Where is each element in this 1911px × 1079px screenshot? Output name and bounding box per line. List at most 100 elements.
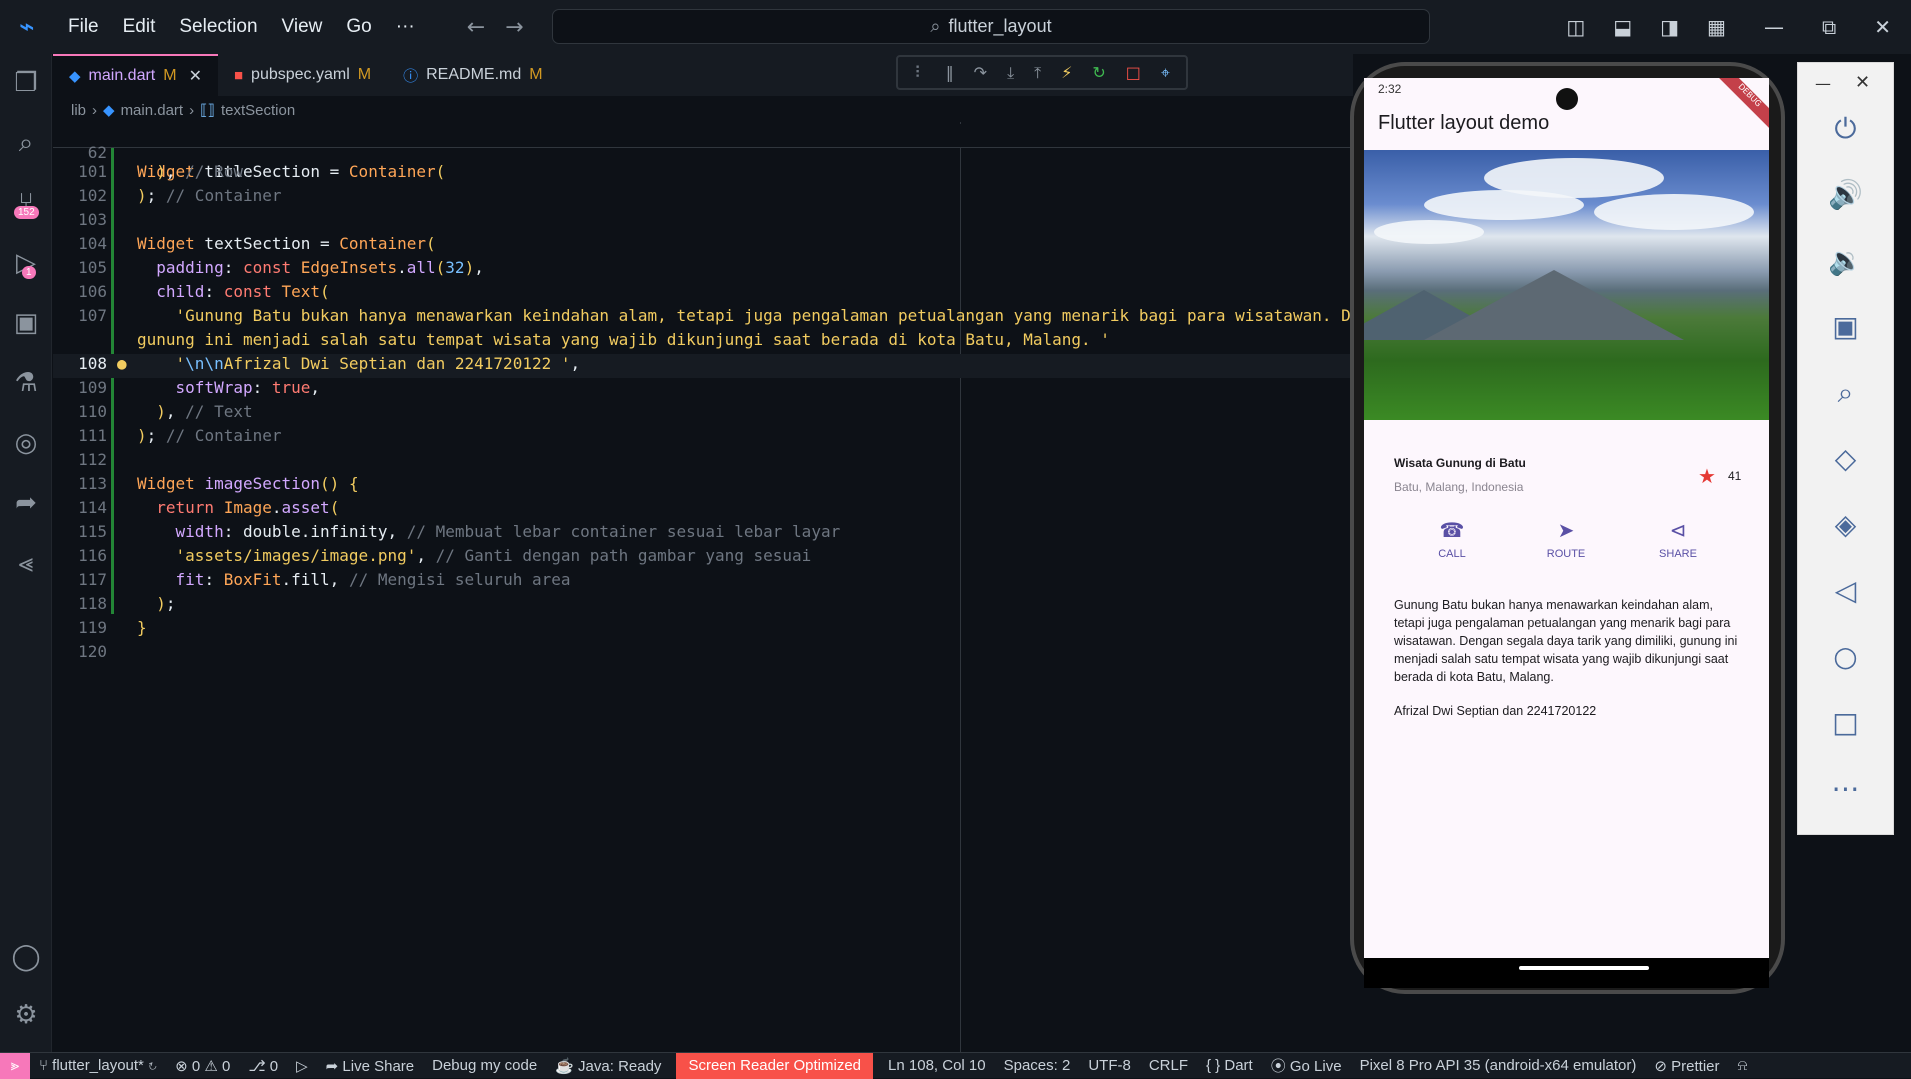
cursor-position[interactable]: Ln 108, Col 10: [888, 1057, 986, 1074]
menu-edit[interactable]: Edit: [111, 16, 168, 38]
home-indicator[interactable]: [1519, 966, 1649, 970]
step-out-icon[interactable]: ⤒: [1034, 63, 1041, 83]
code-line[interactable]: 102); // Container: [53, 186, 1353, 210]
close-tab-icon[interactable]: ✕: [189, 66, 202, 86]
git-branch[interactable]: ⑂ flutter_layout* ↻: [39, 1057, 157, 1074]
pause-icon[interactable]: ‖: [946, 63, 954, 82]
debug-launch-icon[interactable]: ▷: [296, 1057, 308, 1075]
code-line[interactable]: 118 );: [53, 594, 1353, 618]
call-button[interactable]: ☎ CALL: [1412, 518, 1492, 560]
rotate-left-icon[interactable]: ◇: [1797, 442, 1894, 475]
forward-arrow-icon[interactable]: →: [505, 15, 523, 40]
code-line[interactable]: 113 Widget imageSection() {: [53, 474, 1353, 498]
search-icon[interactable]: ⌕: [0, 128, 52, 159]
customize-layout-icon[interactable]: ▦: [1707, 15, 1726, 39]
command-center-search[interactable]: ⌕ flutter_layout: [552, 9, 1430, 44]
live-share-icon[interactable]: ➦: [0, 488, 52, 518]
toggle-secondary-sidebar-icon[interactable]: ◨: [1660, 15, 1679, 39]
code-line[interactable]: 111); // Container: [53, 426, 1353, 450]
code-line[interactable]: 103: [53, 210, 1353, 234]
breadcrumb-symbol[interactable]: textSection: [221, 102, 295, 119]
screen-reader-status[interactable]: Screen Reader Optimized: [676, 1052, 874, 1079]
home-icon[interactable]: ○: [1797, 640, 1894, 673]
ports-indicator[interactable]: ⎇ 0: [248, 1057, 278, 1075]
code-line[interactable]: 107 'Gunung Batu bukan hanya menawarkan …: [53, 306, 1353, 330]
volume-up-icon[interactable]: 🔊: [1797, 178, 1894, 211]
prettier-status[interactable]: ⊘ Prettier: [1654, 1057, 1719, 1075]
settings-gear-icon[interactable]: ⚙: [0, 1000, 52, 1030]
encoding[interactable]: UTF-8: [1088, 1057, 1131, 1074]
breadcrumb-file[interactable]: main.dart: [121, 102, 184, 119]
remote-explorer-icon[interactable]: ◎: [0, 428, 52, 458]
live-share-status[interactable]: ➦ Live Share: [326, 1057, 414, 1075]
java-status[interactable]: ☕ Java: Ready: [555, 1057, 661, 1075]
camera-icon[interactable]: ▣: [1797, 310, 1894, 343]
back-icon[interactable]: ◁: [1797, 574, 1894, 607]
code-line[interactable]: 115 width: double.infinity, // Membuat l…: [53, 522, 1353, 546]
accounts-icon[interactable]: ◯: [0, 942, 52, 972]
notifications-bell-icon[interactable]: ⍾: [1738, 1057, 1748, 1074]
code-line-wrapped[interactable]: gunung ini menjadi salah satu tempat wis…: [53, 330, 1353, 354]
flutter-icon[interactable]: ⪡: [0, 548, 52, 579]
stop-icon[interactable]: □: [1126, 63, 1141, 82]
language-mode[interactable]: { } Dart: [1206, 1057, 1253, 1074]
code-line[interactable]: 114 return Image.asset(: [53, 498, 1353, 522]
menu-view[interactable]: View: [270, 16, 335, 38]
go-live[interactable]: ⦿ Go Live: [1271, 1055, 1342, 1076]
problems-indicator[interactable]: ⊗ 0 ⚠ 0: [175, 1057, 230, 1075]
rotate-right-icon[interactable]: ◈: [1797, 508, 1894, 541]
code-line[interactable]: 110 ), // Text: [53, 402, 1353, 426]
code-line[interactable]: 112: [53, 450, 1353, 474]
tab-readme[interactable]: ⓘ README.md M: [387, 54, 558, 96]
code-editor[interactable]: 62 Widget titleSection = Container( 101 …: [53, 122, 1353, 1052]
line-ending[interactable]: CRLF: [1149, 1057, 1188, 1074]
restore-icon[interactable]: ⧉: [1822, 15, 1836, 39]
testing-icon[interactable]: ⚗: [0, 368, 52, 398]
more-icon[interactable]: ⋯: [1797, 772, 1894, 805]
code-line[interactable]: 109 softWrap: true,: [53, 378, 1353, 402]
phone-screen[interactable]: 2:32 DEBUG Flutter layout demo Wisata Gu…: [1364, 78, 1769, 958]
extensions-icon[interactable]: ▣: [0, 308, 52, 338]
sticky-scroll-line[interactable]: 62 Widget titleSection = Container(: [53, 124, 1353, 181]
step-over-icon[interactable]: ↷: [974, 63, 987, 82]
drag-handle-icon[interactable]: ⠇: [914, 63, 926, 82]
devtools-icon[interactable]: ⌖: [1161, 63, 1170, 83]
menu-file[interactable]: File: [56, 16, 111, 38]
overview-icon[interactable]: □: [1797, 706, 1894, 739]
restart-icon[interactable]: ↻: [1092, 63, 1105, 82]
step-into-icon[interactable]: ⤓: [1007, 63, 1014, 83]
remote-icon[interactable]: ⪢: [0, 1052, 30, 1079]
hot-reload-icon[interactable]: ⚡: [1061, 63, 1072, 82]
tab-pubspec[interactable]: ■ pubspec.yaml M: [218, 54, 387, 96]
power-icon[interactable]: ⏻: [1797, 112, 1894, 146]
back-arrow-icon[interactable]: ←: [467, 15, 485, 40]
volume-down-icon[interactable]: 🔉: [1797, 244, 1894, 277]
toggle-panel-icon[interactable]: ⬓: [1613, 15, 1632, 39]
menu-selection[interactable]: Selection: [167, 16, 269, 38]
tab-main-dart[interactable]: ◆ main.dart M ✕: [53, 54, 218, 96]
menu-more[interactable]: ···: [384, 16, 427, 38]
lightbulb-icon[interactable]: ●: [117, 354, 127, 373]
code-line[interactable]: 105 padding: const EdgeInsets.all(32),: [53, 258, 1353, 282]
device-selector[interactable]: Pixel 8 Pro API 35 (android-x64 emulator…: [1360, 1057, 1637, 1074]
close-window-icon[interactable]: ✕: [1874, 15, 1891, 39]
code-line-current[interactable]: 108 ● '\n\nAfrizal Dwi Septian dan 224172…: [53, 354, 1353, 378]
code-line[interactable]: 104 Widget textSection = Container(: [53, 234, 1353, 258]
share-button[interactable]: ⊲ SHARE: [1638, 518, 1718, 560]
zoom-icon[interactable]: ⌕: [1797, 376, 1894, 410]
explorer-icon[interactable]: ❐: [0, 68, 52, 98]
code-line[interactable]: 117 fit: BoxFit.fill, // Mengisi seluruh…: [53, 570, 1353, 594]
code-line[interactable]: 101 ), // Row: [53, 162, 1353, 186]
toggle-sidebar-icon[interactable]: ◫: [1566, 15, 1585, 39]
debug-my-code[interactable]: Debug my code: [432, 1057, 537, 1074]
route-button[interactable]: ➤ ROUTE: [1526, 518, 1606, 560]
minimize-icon[interactable]: —: [1764, 15, 1784, 39]
indentation[interactable]: Spaces: 2: [1004, 1057, 1071, 1074]
emulator-minimize-icon[interactable]: —: [1815, 74, 1831, 93]
code-line[interactable]: 116 'assets/images/image.png', // Ganti …: [53, 546, 1353, 570]
code-line[interactable]: 120: [53, 642, 1353, 666]
menu-go[interactable]: Go: [334, 16, 383, 38]
code-line[interactable]: 106 child: const Text(: [53, 282, 1353, 306]
breadcrumb-folder[interactable]: lib: [71, 102, 86, 119]
code-line[interactable]: 119}: [53, 618, 1353, 642]
